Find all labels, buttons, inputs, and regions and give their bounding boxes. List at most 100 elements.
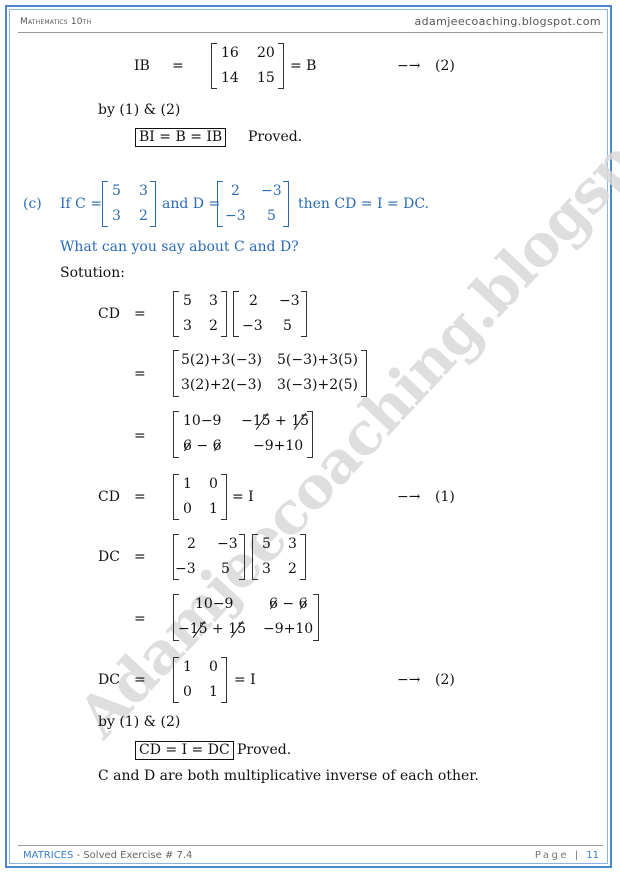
step-matrix-right: 5 3 3 2 <box>252 534 306 580</box>
matrix-cell: 2 <box>231 183 240 199</box>
footer-title: MATRICES - Solved Exercise # 7.4 <box>23 850 192 861</box>
matrix-cell: 10−9 <box>183 413 222 429</box>
equation-ref: (2) <box>435 672 455 688</box>
step-lhs: DC <box>98 549 120 565</box>
footer-chapter: MATRICES <box>23 850 74 861</box>
solution-label: Sotution: <box>60 265 125 281</box>
matrix-c: 5 3 3 2 <box>102 181 156 227</box>
ib-label: IB <box>134 58 150 74</box>
matrix-cell: 3 <box>209 293 218 309</box>
matrix-cell-cancelled: −15 + 15 <box>241 413 310 429</box>
then-text: then CD = I = DC. <box>298 196 430 212</box>
matrix-cell: 5 <box>267 208 276 224</box>
matrix-cell: 2 <box>249 293 258 309</box>
part-label: (c) <box>23 196 42 212</box>
step-matrix-left: 5 3 3 2 <box>173 291 227 337</box>
matrix-cell: 14 <box>221 70 239 86</box>
matrix-cell: 1 <box>183 659 192 675</box>
arrow: −→ <box>397 58 421 74</box>
header-website: adamjeecoaching.blogspot.com <box>414 15 601 28</box>
step-eq: = <box>134 428 146 444</box>
matrix-cell: 1 <box>209 684 218 700</box>
identity-matrix: 1 0 0 1 <box>173 657 227 703</box>
by-line: by (1) & (2) <box>98 102 181 118</box>
matrix-cell: −3 <box>279 293 300 309</box>
matrix-cell: 10−9 <box>195 596 234 612</box>
matrix-cell: −9+10 <box>263 621 314 637</box>
step-lhs: CD <box>98 489 120 505</box>
step-eq: = <box>134 306 146 322</box>
matrix-cell: 2 <box>187 536 196 552</box>
if-text: If C = <box>60 196 103 212</box>
matrix-cell: 5 <box>221 561 230 577</box>
matrix-cell: 2 <box>209 318 218 334</box>
equation-ref: (1) <box>435 489 455 505</box>
matrix-cell: 20 <box>257 45 275 61</box>
arrow: −→ <box>397 489 421 505</box>
proved-label: Proved. <box>237 742 292 758</box>
equals-sign: = <box>172 58 184 74</box>
matrix-cell: 15 <box>257 70 275 86</box>
proved-label: Proved. <box>248 129 303 145</box>
page-label: Page <box>534 850 570 861</box>
matrix-cell-cancelled: −15 + 15 <box>178 621 247 637</box>
matrix-cell: 2 <box>139 208 148 224</box>
matrix-cell: 3 <box>112 208 121 224</box>
matrix-cell: −3 <box>242 318 263 334</box>
matrix-cell-cancelled: 6 − 6 <box>183 438 222 454</box>
matrix-cell: 0 <box>183 501 192 517</box>
step-matrix-left: 2 −3 −3 5 <box>173 534 245 580</box>
ib-matrix: 16 20 14 15 <box>211 43 284 89</box>
page-number: 11 <box>586 850 599 861</box>
matrix-d: 2 −3 −3 5 <box>217 181 289 227</box>
footer-section: - Solved Exercise # 7.4 <box>73 850 193 861</box>
step-eq: = <box>134 549 146 565</box>
matrix-cell: 3 <box>262 561 271 577</box>
matrix-cell: 5 <box>283 318 292 334</box>
step-result: = I <box>234 672 256 688</box>
matrix-cell: 5(2)+3(−3) <box>181 352 262 368</box>
matrix-cell: 3 <box>288 536 297 552</box>
matrix-cell: 1 <box>209 501 218 517</box>
matrix-cell: 5 <box>183 293 192 309</box>
matrix-cell: 0 <box>209 476 218 492</box>
matrix-cell: 5 <box>262 536 271 552</box>
page-header: Mathematics 10th adamjeecoaching.blogspo… <box>18 14 603 33</box>
identity-matrix: 1 0 0 1 <box>173 474 227 520</box>
matrix-cell: 3 <box>139 183 148 199</box>
matrix-cell: 3(−3)+2(5) <box>277 377 358 393</box>
matrix-cell: 16 <box>221 45 239 61</box>
header-subject: Mathematics 10th <box>20 17 92 27</box>
conclusion-box: CD = I = DC <box>135 741 234 760</box>
step-result: = I <box>232 489 254 505</box>
page-footer: MATRICES - Solved Exercise # 7.4 Page | … <box>18 845 603 864</box>
step-matrix: 10−9 6 − 6 −15 + 15 −9+10 <box>173 594 319 641</box>
conclusion-box: BI = B = IB <box>135 128 227 147</box>
matrix-cell-cancelled: 6 − 6 <box>269 596 308 612</box>
matrix-cell: 5 <box>112 183 121 199</box>
matrix-cell: −3 <box>217 536 238 552</box>
matrix-cell: −3 <box>225 208 246 224</box>
final-statement: C and D are both multiplicative inverse … <box>98 768 479 784</box>
step-matrix: 5(2)+3(−3) 5(−3)+3(5) 3(2)+2(−3) 3(−3)+2… <box>173 350 367 397</box>
by-line: by (1) & (2) <box>98 714 181 730</box>
arrow: −→ <box>397 672 421 688</box>
equation-ref: (2) <box>435 58 455 74</box>
step-lhs: DC <box>98 672 120 688</box>
matrix-cell: −9+10 <box>253 438 304 454</box>
matrix-cell: 2 <box>288 561 297 577</box>
ib-result: = B <box>290 58 317 74</box>
step-eq: = <box>134 489 146 505</box>
matrix-cell: 0 <box>209 659 218 675</box>
matrix-cell: 3 <box>183 318 192 334</box>
step-matrix-right: 2 −3 −3 5 <box>233 291 307 337</box>
question-text: What can you say about C and D? <box>60 239 299 255</box>
matrix-cell: 0 <box>183 684 192 700</box>
step-eq: = <box>134 366 146 382</box>
step-matrix: 10−9 −15 + 15 6 − 6 −9+10 <box>173 411 313 458</box>
matrix-cell: 1 <box>183 476 192 492</box>
matrix-cell: −3 <box>175 561 196 577</box>
matrix-cell: 5(−3)+3(5) <box>277 352 358 368</box>
and-text: and D = <box>162 196 221 212</box>
step-eq: = <box>134 672 146 688</box>
